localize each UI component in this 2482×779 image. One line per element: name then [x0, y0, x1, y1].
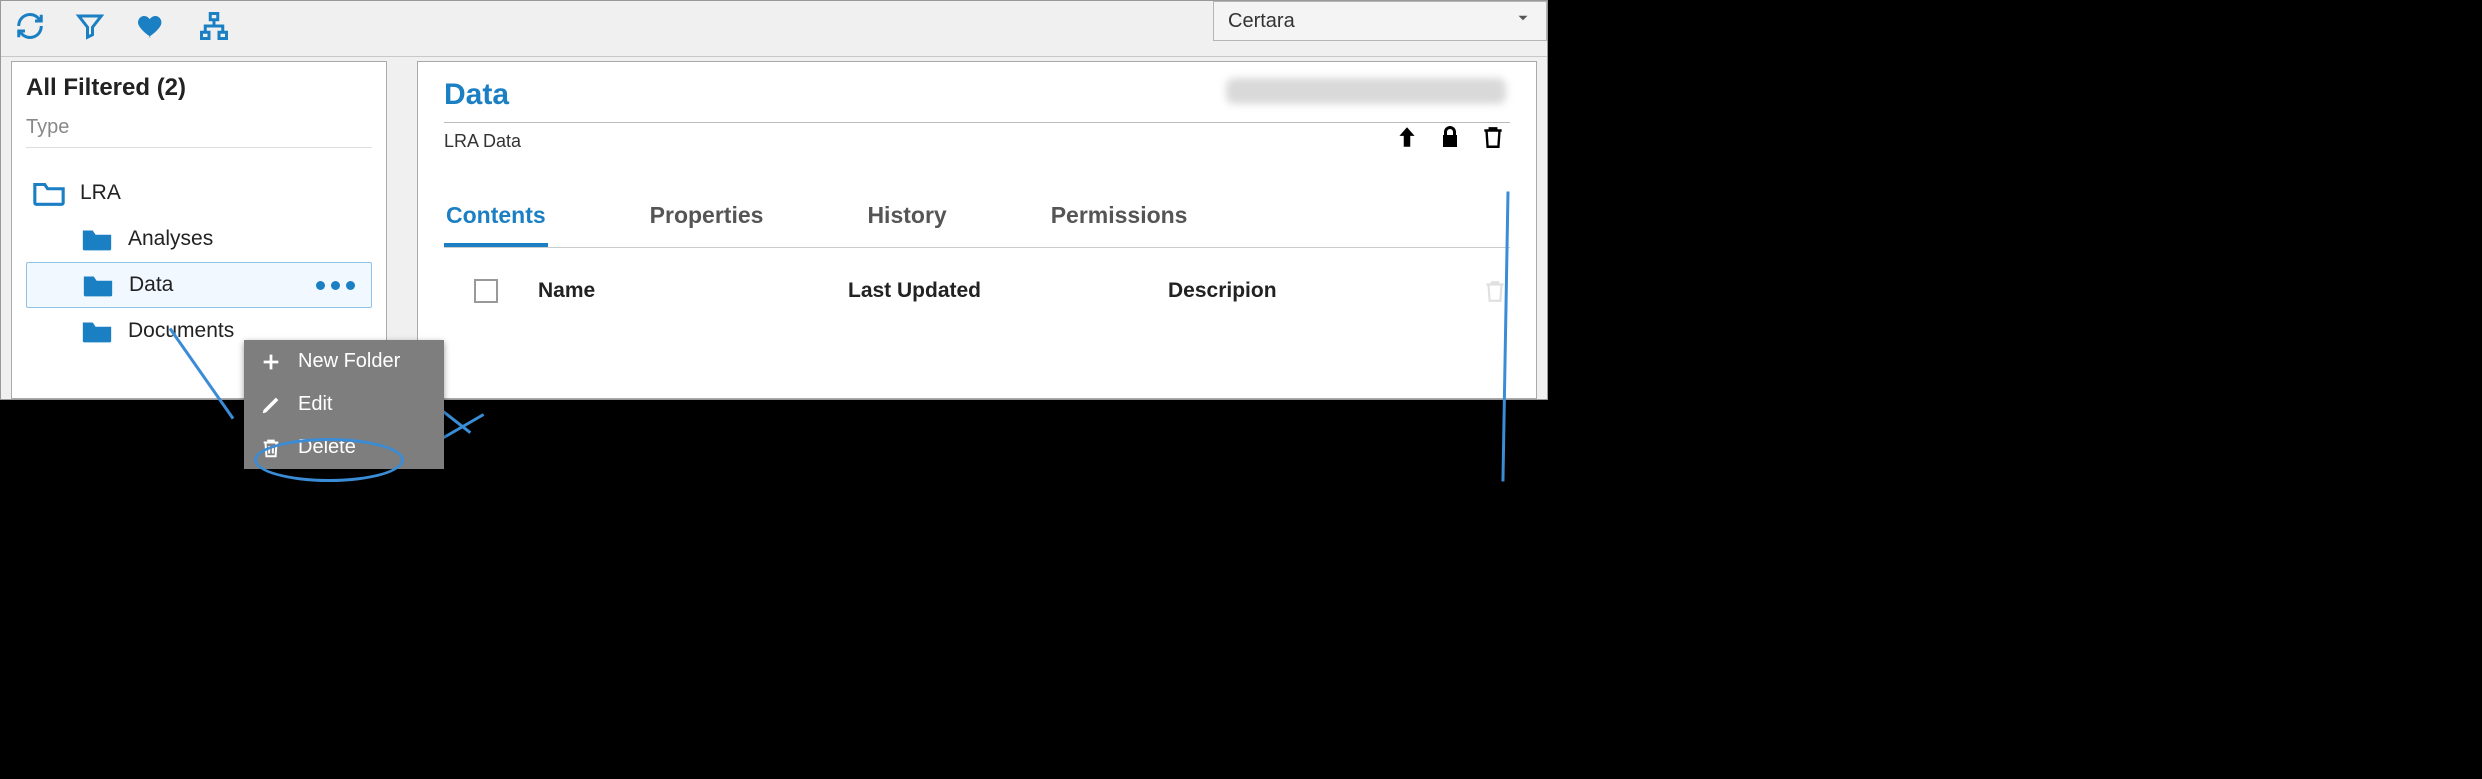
trash-column-icon — [1482, 276, 1510, 306]
heart-icon[interactable] — [135, 11, 167, 46]
select-all-checkbox[interactable] — [474, 279, 498, 303]
action-icon-group — [1394, 122, 1506, 157]
ctx-label: Delete — [298, 436, 356, 459]
tab-contents[interactable]: Contents — [444, 196, 548, 247]
tabs: Contents Properties History Permissions — [444, 196, 1510, 248]
tenant-dropdown[interactable]: Certara — [1213, 1, 1547, 41]
plus-icon — [260, 351, 282, 373]
tree-item-analyses[interactable]: Analyses — [26, 216, 372, 262]
trash-icon[interactable] — [1480, 122, 1506, 157]
main-panel: Data LRA Data Contents Properties Histor… — [417, 61, 1537, 399]
lock-icon[interactable] — [1438, 122, 1462, 157]
context-menu: New Folder Edit Delete — [244, 340, 444, 469]
app-window: Certara All Filtered (2) Type LRA Analys… — [0, 0, 1548, 400]
ctx-delete[interactable]: Delete — [244, 426, 444, 469]
tree-root-lra[interactable]: LRA — [26, 170, 372, 216]
folder-icon — [80, 226, 114, 252]
tree-label: Documents — [128, 319, 234, 343]
refresh-icon[interactable] — [15, 11, 45, 46]
ctx-label: Edit — [298, 393, 332, 416]
ctx-edit[interactable]: Edit — [244, 383, 444, 426]
folder-icon — [81, 272, 115, 298]
upload-icon[interactable] — [1394, 122, 1420, 157]
folder-icon — [80, 318, 114, 344]
chevron-down-icon — [1514, 9, 1532, 33]
sidebar-title: All Filtered (2) — [26, 74, 372, 102]
tab-permissions[interactable]: Permissions — [1049, 196, 1190, 247]
trash-icon — [260, 437, 282, 459]
filter-icon[interactable] — [75, 11, 105, 46]
col-description[interactable]: Descripion — [1168, 279, 1482, 303]
tab-history[interactable]: History — [865, 196, 948, 247]
tree-item-data[interactable]: Data — [26, 262, 372, 308]
tree-label: Data — [129, 273, 173, 297]
ctx-new-folder[interactable]: New Folder — [244, 340, 444, 383]
ctx-label: New Folder — [298, 350, 400, 373]
table-header: Name Last Updated Descripion — [444, 270, 1510, 312]
tree-label: LRA — [80, 181, 121, 205]
type-filter-input[interactable]: Type — [26, 116, 372, 148]
breadcrumb: LRA Data — [444, 131, 1510, 152]
tenant-label: Certara — [1228, 10, 1295, 33]
folder-outline-icon — [32, 180, 66, 206]
tab-properties[interactable]: Properties — [648, 196, 766, 247]
col-last-updated[interactable]: Last Updated — [848, 279, 1168, 303]
hierarchy-icon[interactable] — [197, 11, 231, 46]
pencil-icon — [260, 394, 282, 416]
row-actions-button[interactable] — [316, 281, 365, 290]
col-name[interactable]: Name — [538, 279, 848, 303]
blurred-metadata — [1226, 78, 1506, 104]
divider — [444, 122, 1510, 123]
tree-label: Analyses — [128, 227, 213, 251]
